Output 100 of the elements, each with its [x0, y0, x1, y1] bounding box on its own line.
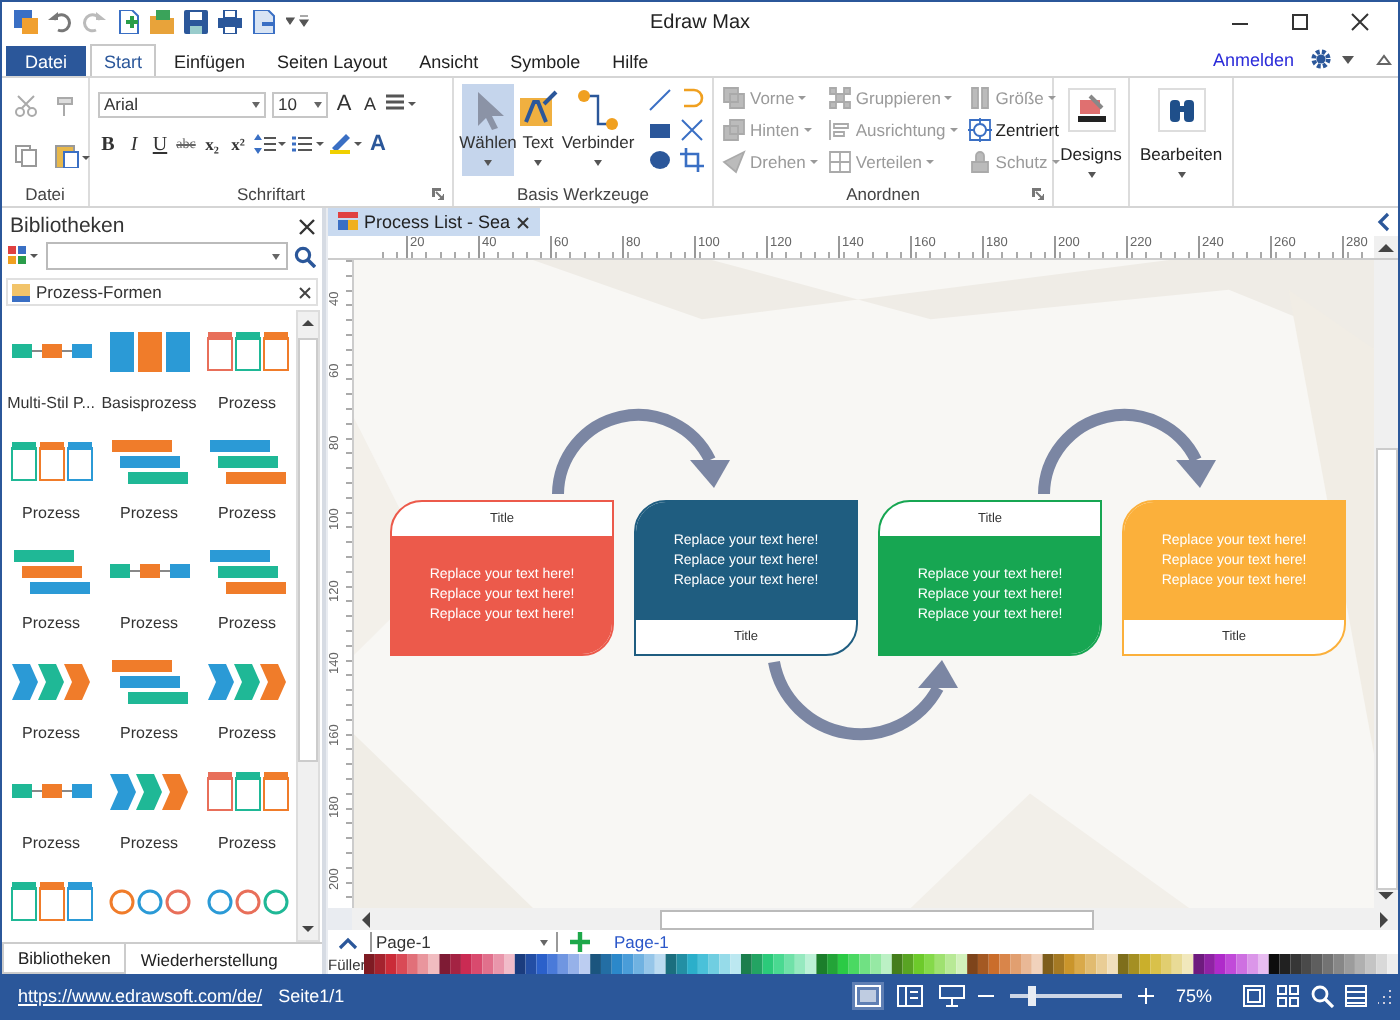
highlight-icon[interactable] [330, 134, 362, 154]
format-button[interactable]: I [124, 130, 144, 158]
center-icon[interactable] [967, 118, 992, 142]
connector-icon[interactable] [576, 88, 620, 132]
tool-button[interactable]: Wählen [462, 84, 514, 176]
arrange-button[interactable]: Zentriert [967, 116, 1060, 144]
bar-list-icon[interactable] [9, 546, 93, 598]
tool-button[interactable]: Verbinder [562, 84, 634, 176]
copy-icon[interactable] [14, 144, 42, 168]
caret-icon[interactable] [540, 939, 548, 945]
close-icon[interactable] [1350, 12, 1370, 32]
ribbon-tab[interactable]: Seiten Layout [263, 44, 402, 76]
panel-tab[interactable]: Bibliotheken [2, 944, 127, 974]
scroll-down-icon[interactable] [302, 926, 314, 932]
scroll-thumb[interactable] [298, 338, 318, 762]
search-icon[interactable] [294, 245, 316, 267]
document-tab[interactable]: Process List - Sea [328, 208, 541, 236]
fit-page-icon[interactable] [1242, 984, 1266, 1008]
ribbon-tab[interactable]: Symbole [496, 44, 595, 76]
scroll-up-icon[interactable] [302, 320, 314, 326]
close-icon[interactable] [298, 217, 316, 235]
file-tab[interactable]: Datei [6, 46, 86, 76]
theme-icon[interactable] [1073, 94, 1109, 126]
maximize-icon[interactable] [1290, 12, 1310, 32]
connection-point-icon[interactable] [680, 118, 704, 142]
undo-icon[interactable] [48, 10, 72, 34]
page-dropdown[interactable]: Page-1 [370, 932, 558, 952]
scrollbar[interactable] [352, 908, 1398, 930]
dialog-launcher-icon[interactable] [1032, 188, 1044, 200]
format-button[interactable]: B [98, 130, 118, 158]
scroll-thumb[interactable] [660, 909, 1094, 929]
grow-font-button[interactable]: A [334, 90, 354, 118]
ribbon-tab[interactable]: Hilfe [598, 44, 663, 76]
ribbon-tab[interactable]: Ansicht [405, 44, 493, 76]
category-icon[interactable] [12, 283, 30, 301]
caret-icon[interactable] [1342, 53, 1354, 65]
caret-icon[interactable] [314, 101, 322, 107]
crop-icon[interactable] [680, 148, 704, 172]
caret-icon[interactable] [272, 253, 280, 259]
open-folder-icon[interactable] [150, 10, 174, 34]
caret-icon[interactable] [534, 160, 542, 166]
zoom-in-icon[interactable] [1137, 988, 1154, 1004]
text-tool-icon[interactable] [516, 88, 560, 132]
bar-list-icon[interactable] [205, 546, 289, 598]
scroll-up-icon[interactable] [1378, 241, 1394, 253]
font-family-dropdown[interactable]: Arial [98, 91, 266, 117]
outline-view-icon[interactable] [893, 982, 926, 1010]
paste-icon[interactable] [54, 144, 90, 168]
format-button[interactable]: x² [228, 130, 248, 158]
sign-in-link[interactable]: Anmelden [1212, 49, 1294, 69]
rectangle-icon[interactable] [648, 118, 672, 142]
resize-grip-icon[interactable] [1378, 989, 1392, 1003]
canvas[interactable] [354, 260, 1374, 908]
ribbon-button[interactable]: Designs [1060, 84, 1122, 178]
scroll-left-icon[interactable] [360, 911, 372, 927]
caret-icon[interactable] [1087, 172, 1095, 178]
color-palette[interactable] [364, 954, 1398, 974]
dialog-launcher-icon[interactable] [432, 188, 444, 200]
document-icon[interactable] [338, 212, 358, 232]
block-process-icon[interactable] [107, 326, 191, 378]
page-tab[interactable]: Page-1 [602, 932, 681, 952]
library-grid-icon[interactable] [8, 246, 40, 266]
fit-width-icon[interactable] [1276, 984, 1300, 1008]
chevron-up-icon[interactable] [338, 935, 358, 949]
caret-icon[interactable] [484, 160, 492, 166]
save-icon[interactable] [184, 10, 208, 34]
font-color-button[interactable]: A [368, 130, 388, 158]
bar-list-icon[interactable] [205, 436, 289, 488]
website-link[interactable]: https://www.edrawsoft.com/de/ [18, 986, 263, 1006]
new-file-icon[interactable] [116, 10, 140, 34]
export-icon[interactable] [252, 10, 276, 34]
collapse-ribbon-icon[interactable] [1376, 53, 1392, 65]
category-header[interactable]: Prozess-Formen [6, 278, 318, 306]
presentation-icon[interactable] [935, 982, 968, 1010]
bar-list-icon[interactable] [107, 436, 191, 488]
grid-view-icon[interactable] [1344, 984, 1368, 1008]
scroll-right-icon[interactable] [1378, 911, 1390, 927]
line-spacing-icon[interactable] [254, 134, 286, 154]
format-button[interactable]: U [150, 130, 170, 158]
ribbon-tab[interactable]: Start [90, 44, 157, 76]
font-size-dropdown[interactable]: 10 [272, 91, 328, 117]
zoom-icon[interactable] [1310, 984, 1334, 1008]
caret-icon[interactable] [252, 101, 260, 107]
caret-icon[interactable] [594, 160, 602, 166]
app-icon[interactable] [14, 10, 38, 34]
bar-list-icon[interactable] [107, 656, 191, 708]
search-field[interactable] [46, 242, 288, 270]
bullet-list-icon[interactable] [292, 134, 324, 154]
close-icon[interactable] [298, 285, 312, 299]
ellipse-icon[interactable] [648, 148, 672, 172]
scrollbar[interactable] [1374, 260, 1398, 908]
scrollbar[interactable] [296, 310, 320, 942]
print-icon[interactable] [218, 10, 242, 34]
shrink-font-button[interactable]: A [360, 90, 380, 118]
ribbon-button[interactable]: Bearbeiten [1139, 84, 1223, 178]
ribbon-tab[interactable]: Einfügen [160, 44, 260, 76]
chevron-left-icon[interactable] [1376, 212, 1390, 232]
paragraph-align-icon[interactable] [386, 94, 418, 114]
line-icon[interactable] [648, 88, 672, 112]
page-view-icon[interactable] [851, 982, 884, 1010]
